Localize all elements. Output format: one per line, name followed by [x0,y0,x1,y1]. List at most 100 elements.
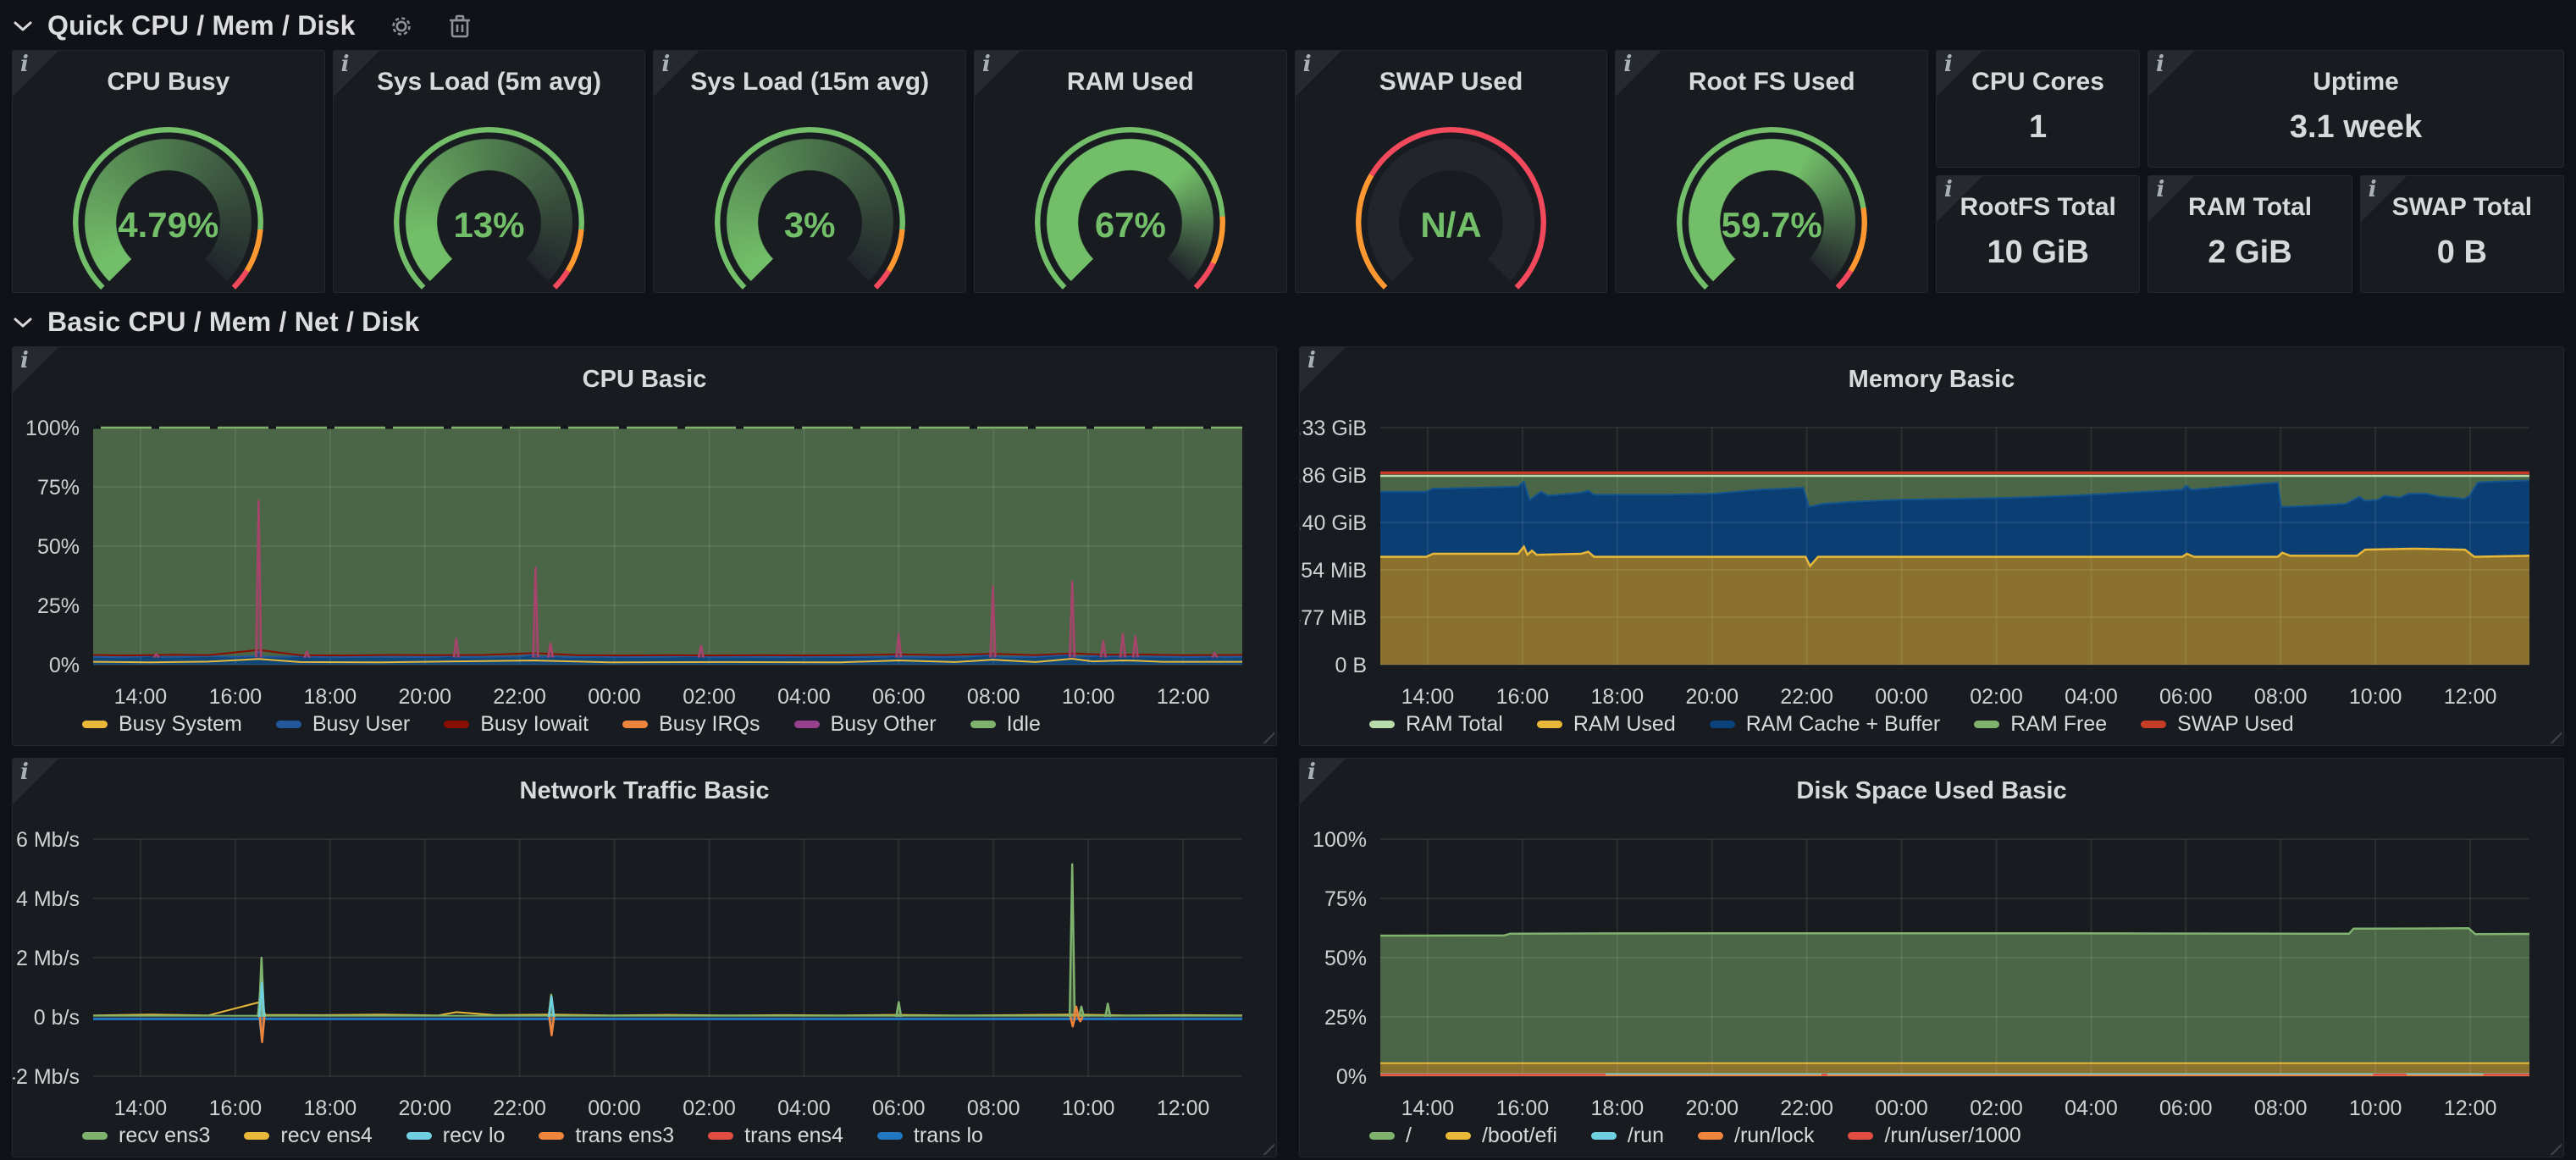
legend-swatch-run-lock [1698,1132,1723,1140]
panel-network-traffic-basic: iNetwork Traffic Basic-2 Mb/s0 b/s2 Mb/s… [12,758,1277,1157]
gauge-swap-used [1356,127,1546,279]
info-icon[interactable]: i [1307,348,1316,373]
legend-item-[interactable]: / [1369,1124,1412,1148]
gauge-title[interactable]: Sys Load (15m avg) [654,51,965,97]
info-icon[interactable]: i [20,348,29,373]
gauge-title[interactable]: SWAP Used [1296,51,1607,97]
info-icon[interactable]: i [982,52,991,77]
legend-item-ram-free[interactable]: RAM Free [1974,712,2107,737]
svg-text:20:00: 20:00 [1685,1096,1739,1120]
stat-row-1: iCPU Cores1iUptime3.1 week [1936,50,2564,168]
svg-text:08:00: 08:00 [967,1096,1020,1120]
section-header-quick: Quick CPU / Mem / Disk [0,3,2576,50]
legend-item-run[interactable]: /run [1591,1124,1664,1148]
panel-resize-handle[interactable] [1259,1140,1274,1155]
svg-text:954 MiB: 954 MiB [1300,559,1367,583]
legend-swatch-ram-used [1537,721,1562,728]
legend-item-trans-ens3[interactable]: trans ens3 [539,1124,674,1148]
svg-text:02:00: 02:00 [1970,1096,2023,1120]
info-icon[interactable]: i [1944,177,1953,202]
stat-title[interactable]: Uptime [2148,51,2563,97]
legend-item-boot-efi[interactable]: /boot/efi [1446,1124,1557,1148]
legend-swatch-recv-ens3 [82,1132,108,1140]
legend-item-busy-irqs[interactable]: Busy IRQs [622,712,760,737]
legend-item-recv-ens3[interactable]: recv ens3 [82,1124,210,1148]
legend-label: trans lo [914,1124,983,1148]
chevron-down-icon[interactable] [12,15,34,37]
network-traffic-basic-plot-area[interactable]: -2 Mb/s0 b/s2 Mb/s4 Mb/s6 Mb/s14:0016:00… [13,759,1276,1157]
legend-label: SWAP Used [2177,712,2294,737]
info-icon[interactable]: i [661,52,670,77]
legend-item-busy-system[interactable]: Busy System [82,712,242,737]
panel-resize-handle[interactable] [2546,728,2562,743]
svg-text:10:00: 10:00 [1062,1096,1115,1120]
legend-item-recv-lo[interactable]: recv lo [406,1124,506,1148]
chevron-down-icon[interactable] [12,312,34,334]
stat-panel-rootfs-total: iRootFS Total10 GiB [1936,175,2140,293]
section-title-basic[interactable]: Basic CPU / Mem / Net / Disk [47,307,420,338]
legend-swatch-ram-cache-buffer [1710,721,1735,728]
panel-disk-space-used-basic: iDisk Space Used Basic0%25%50%75%100%14:… [1299,758,2564,1157]
info-icon[interactable]: i [341,52,350,77]
info-icon[interactable]: i [1944,52,1953,77]
svg-text:18:00: 18:00 [1591,1096,1645,1120]
gauge-panel-sys-load-15m-avg: iSys Load (15m avg)3% [653,50,966,293]
trash-icon[interactable] [447,13,473,40]
svg-text:16:00: 16:00 [1496,1096,1550,1120]
gauge-value-text: 13% [334,205,645,246]
info-icon[interactable]: i [2369,177,2377,202]
legend-item-trans-ens4[interactable]: trans ens4 [708,1124,843,1148]
gauge-sys-load-5m-avg [394,127,584,279]
legend-swatch-ram-total [1369,721,1395,728]
legend-item-recv-ens4[interactable]: recv ens4 [244,1124,372,1148]
chart-title-memory-basic[interactable]: Memory Basic [1300,366,2563,394]
series-spikes-trans-lo-spikes [259,1017,554,1039]
legend-item-ram-total[interactable]: RAM Total [1369,712,1503,737]
legend-swatch-idle [970,721,996,728]
info-icon[interactable]: i [1303,52,1312,77]
legend-item-run-lock[interactable]: /run/lock [1698,1124,1814,1148]
series-spikes-trans-ens3-spikes [260,1007,1083,1042]
section-title-quick[interactable]: Quick CPU / Mem / Disk [47,10,356,41]
info-icon[interactable]: i [2156,52,2164,77]
gear-icon[interactable] [388,13,415,40]
info-icon[interactable]: i [2156,177,2164,202]
gauge-title[interactable]: CPU Busy [13,51,324,97]
chart-title-cpu-basic[interactable]: CPU Basic [13,366,1276,394]
legend-item-ram-cache-buffer[interactable]: RAM Cache + Buffer [1710,712,1941,737]
cpu-basic-plot-area[interactable]: 0%25%50%75%100%14:0016:0018:0020:0022:00… [13,347,1276,745]
legend-item-idle[interactable]: Idle [970,712,1041,737]
series-spikes-recv-lo-spikes [259,983,554,1017]
legend-item-trans-lo[interactable]: trans lo [877,1124,983,1148]
gauge-title[interactable]: RAM Used [975,51,1286,97]
stat-panel-cpu-cores: iCPU Cores1 [1936,50,2140,168]
legend-network-traffic-basic: recv ens3 recv ens4 recv lo trans ens3 trans… [82,1124,983,1148]
panel-resize-handle[interactable] [2546,1140,2562,1155]
info-icon[interactable]: i [1307,760,1316,785]
info-icon[interactable]: i [1623,52,1632,77]
gauge-title[interactable]: Sys Load (5m avg) [334,51,645,97]
chart-title-network-traffic-basic[interactable]: Network Traffic Basic [13,777,1276,805]
legend-item-ram-used[interactable]: RAM Used [1537,712,1676,737]
info-icon[interactable]: i [20,52,29,77]
gauge-stat-row: iCPU Busy4.79%iSys Load (5m avg)13%iSys … [12,50,2564,293]
info-icon[interactable]: i [20,760,29,785]
svg-text:00:00: 00:00 [588,685,641,709]
legend-item-swap-used[interactable]: SWAP Used [2141,712,2294,737]
memory-basic-plot-area[interactable]: 0 B477 MiB954 MiB1.40 GiB1.86 GiB2.33 Gi… [1300,347,2563,745]
legend-item-busy-other[interactable]: Busy Other [794,712,937,737]
legend-item-busy-iowait[interactable]: Busy Iowait [444,712,589,737]
grafana-dashboard: Quick CPU / Mem / Disk iCPU Busy4.79%iSy… [0,0,2576,1160]
svg-text:-2 Mb/s: -2 Mb/s [13,1065,80,1089]
legend-swatch-boot-efi [1446,1132,1471,1140]
chart-title-disk-space-used-basic[interactable]: Disk Space Used Basic [1300,777,2563,805]
svg-text:06:00: 06:00 [872,685,926,709]
panel-resize-handle[interactable] [1259,728,1274,743]
legend-item-busy-user[interactable]: Busy User [276,712,410,737]
gauge-title[interactable]: Root FS Used [1616,51,1927,97]
stat-panel-ram-total: iRAM Total2 GiB [2148,175,2352,293]
legend-swatch-busy-other [794,721,820,728]
legend-item-run-user-1000[interactable]: /run/user/1000 [1848,1124,2020,1148]
stat-value: 0 B [2361,222,2563,292]
disk-space-used-basic-plot-area[interactable]: 0%25%50%75%100%14:0016:0018:0020:0022:00… [1300,759,2563,1157]
